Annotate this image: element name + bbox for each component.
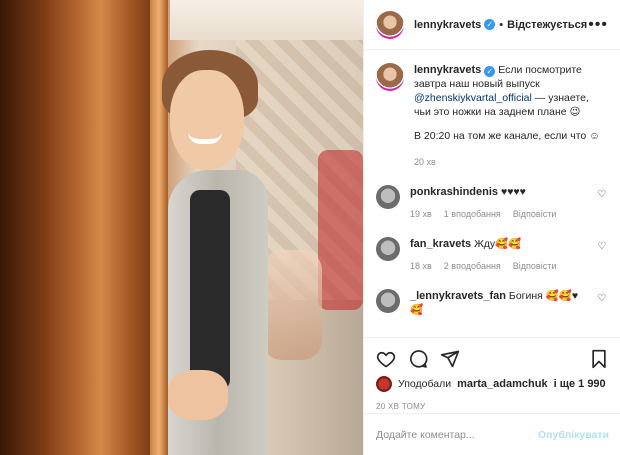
post-side-panel: lennykravets ✓ • Відстежується ••• lenny… (363, 0, 620, 455)
instagram-post-modal: lennykravets ✓ • Відстежується ••• lenny… (0, 0, 620, 455)
comment-input[interactable] (376, 428, 538, 441)
post-timestamp[interactable]: 20 ХВ ТОМУ (376, 402, 609, 411)
photo-door-edge (150, 0, 168, 455)
photo-door (0, 0, 168, 455)
comment-username[interactable]: fan_kravets (410, 238, 471, 250)
comments-list[interactable]: lennykravets ✓ Если посмотрите завтра наш… (364, 51, 620, 337)
caption-text: lennykravets ✓ Если посмотрите завтра наш… (414, 63, 604, 169)
publish-button[interactable]: Опублікувати (538, 429, 609, 441)
share-direct-icon[interactable] (440, 349, 460, 369)
comment-text: ♥♥♥♥ (500, 186, 526, 198)
comment-meta: 19 хв 1 вподобання Відповісти (410, 207, 587, 221)
post-caption: lennykravets ✓ Если посмотрите завтра наш… (376, 63, 609, 169)
comment-heart-icon[interactable]: ♡ (597, 241, 609, 253)
add-comment-bar: Опублікувати (364, 413, 620, 455)
comment-meta: 18 хв 2 вподобання Відповісти (410, 259, 587, 273)
author-avatar[interactable] (376, 10, 404, 39)
comment-heart-icon[interactable]: ♡ (597, 189, 609, 201)
comment-avatar[interactable] (376, 237, 400, 261)
caption-mention-link[interactable]: @zhenskiykvartal_official (414, 92, 532, 104)
comment-heart-icon[interactable]: ♡ (597, 293, 609, 305)
comment-bubble-icon[interactable] (408, 349, 428, 369)
save-bookmark-icon[interactable] (589, 349, 609, 369)
post-header: lennykravets ✓ • Відстежується ••• (364, 0, 620, 50)
photo-person-face (170, 70, 244, 170)
liker-username[interactable]: marta_adamchuk (457, 378, 548, 390)
caption-timestamp[interactable]: 20 хв (414, 155, 604, 169)
comment-time[interactable]: 18 хв (410, 259, 432, 273)
likes-others[interactable]: і ще 1 990 (554, 378, 606, 390)
comment-time[interactable]: 19 хв (410, 207, 432, 221)
caption-paragraph-2: В 20:20 на том же канале, если что ☺ (414, 130, 600, 142)
comment-body: ponkrashindenis ♥♥♥♥ 19 хв 1 вподобання … (410, 185, 587, 221)
more-options-icon[interactable]: ••• (588, 16, 608, 34)
comment-avatar[interactable] (376, 289, 400, 313)
caption-avatar[interactable] (376, 63, 404, 91)
liker-avatar[interactable] (376, 376, 392, 392)
comment-body: _lennykravets_fan Богиня 🥰🥰♥🥰 (410, 289, 587, 317)
comment-text: Жду🥰🥰 (474, 238, 522, 250)
verified-icon: ✓ (484, 19, 496, 30)
photo-person-hand (168, 370, 228, 420)
like-heart-icon[interactable] (376, 349, 396, 369)
author-username[interactable]: lennykravets (414, 19, 481, 31)
comment-reply-button[interactable]: Відповісти (513, 207, 557, 221)
photo-bg-red (318, 150, 363, 310)
following-button[interactable]: Відстежується (507, 19, 587, 31)
post-actions: Уподобали marta_adamchuk і ще 1 990 20 Х… (364, 337, 620, 413)
caption-username[interactable]: lennykravets (414, 64, 481, 76)
comment-item: fan_kravets Жду🥰🥰 18 хв 2 вподобання Від… (376, 237, 609, 273)
comment-item: _lennykravets_fan Богиня 🥰🥰♥🥰 ♡ (376, 289, 609, 317)
comment-username[interactable]: ponkrashindenis (410, 186, 498, 198)
comment-username[interactable]: _lennykravets_fan (410, 290, 506, 302)
comment-reply-button[interactable]: Відповісти (513, 259, 557, 273)
author-info: lennykravets ✓ • Відстежується (414, 19, 587, 31)
likes-prefix: Уподобали (398, 378, 452, 390)
comment-body: fan_kravets Жду🥰🥰 18 хв 2 вподобання Від… (410, 237, 587, 273)
comment-avatar[interactable] (376, 185, 400, 209)
comment-likes[interactable]: 2 вподобання (444, 259, 501, 273)
caption-verified-icon: ✓ (484, 66, 496, 77)
separator-dot: • (499, 18, 504, 31)
photo-bg-lights (170, 0, 363, 40)
photo-bg-legs (262, 250, 322, 360)
photo-person-top (190, 190, 230, 390)
action-icons-row (376, 346, 609, 372)
post-photo[interactable] (0, 0, 363, 455)
comment-item: ponkrashindenis ♥♥♥♥ 19 хв 1 вподобання … (376, 185, 609, 221)
likes-summary: Уподобали marta_adamchuk і ще 1 990 (376, 376, 609, 392)
comment-likes[interactable]: 1 вподобання (444, 207, 501, 221)
